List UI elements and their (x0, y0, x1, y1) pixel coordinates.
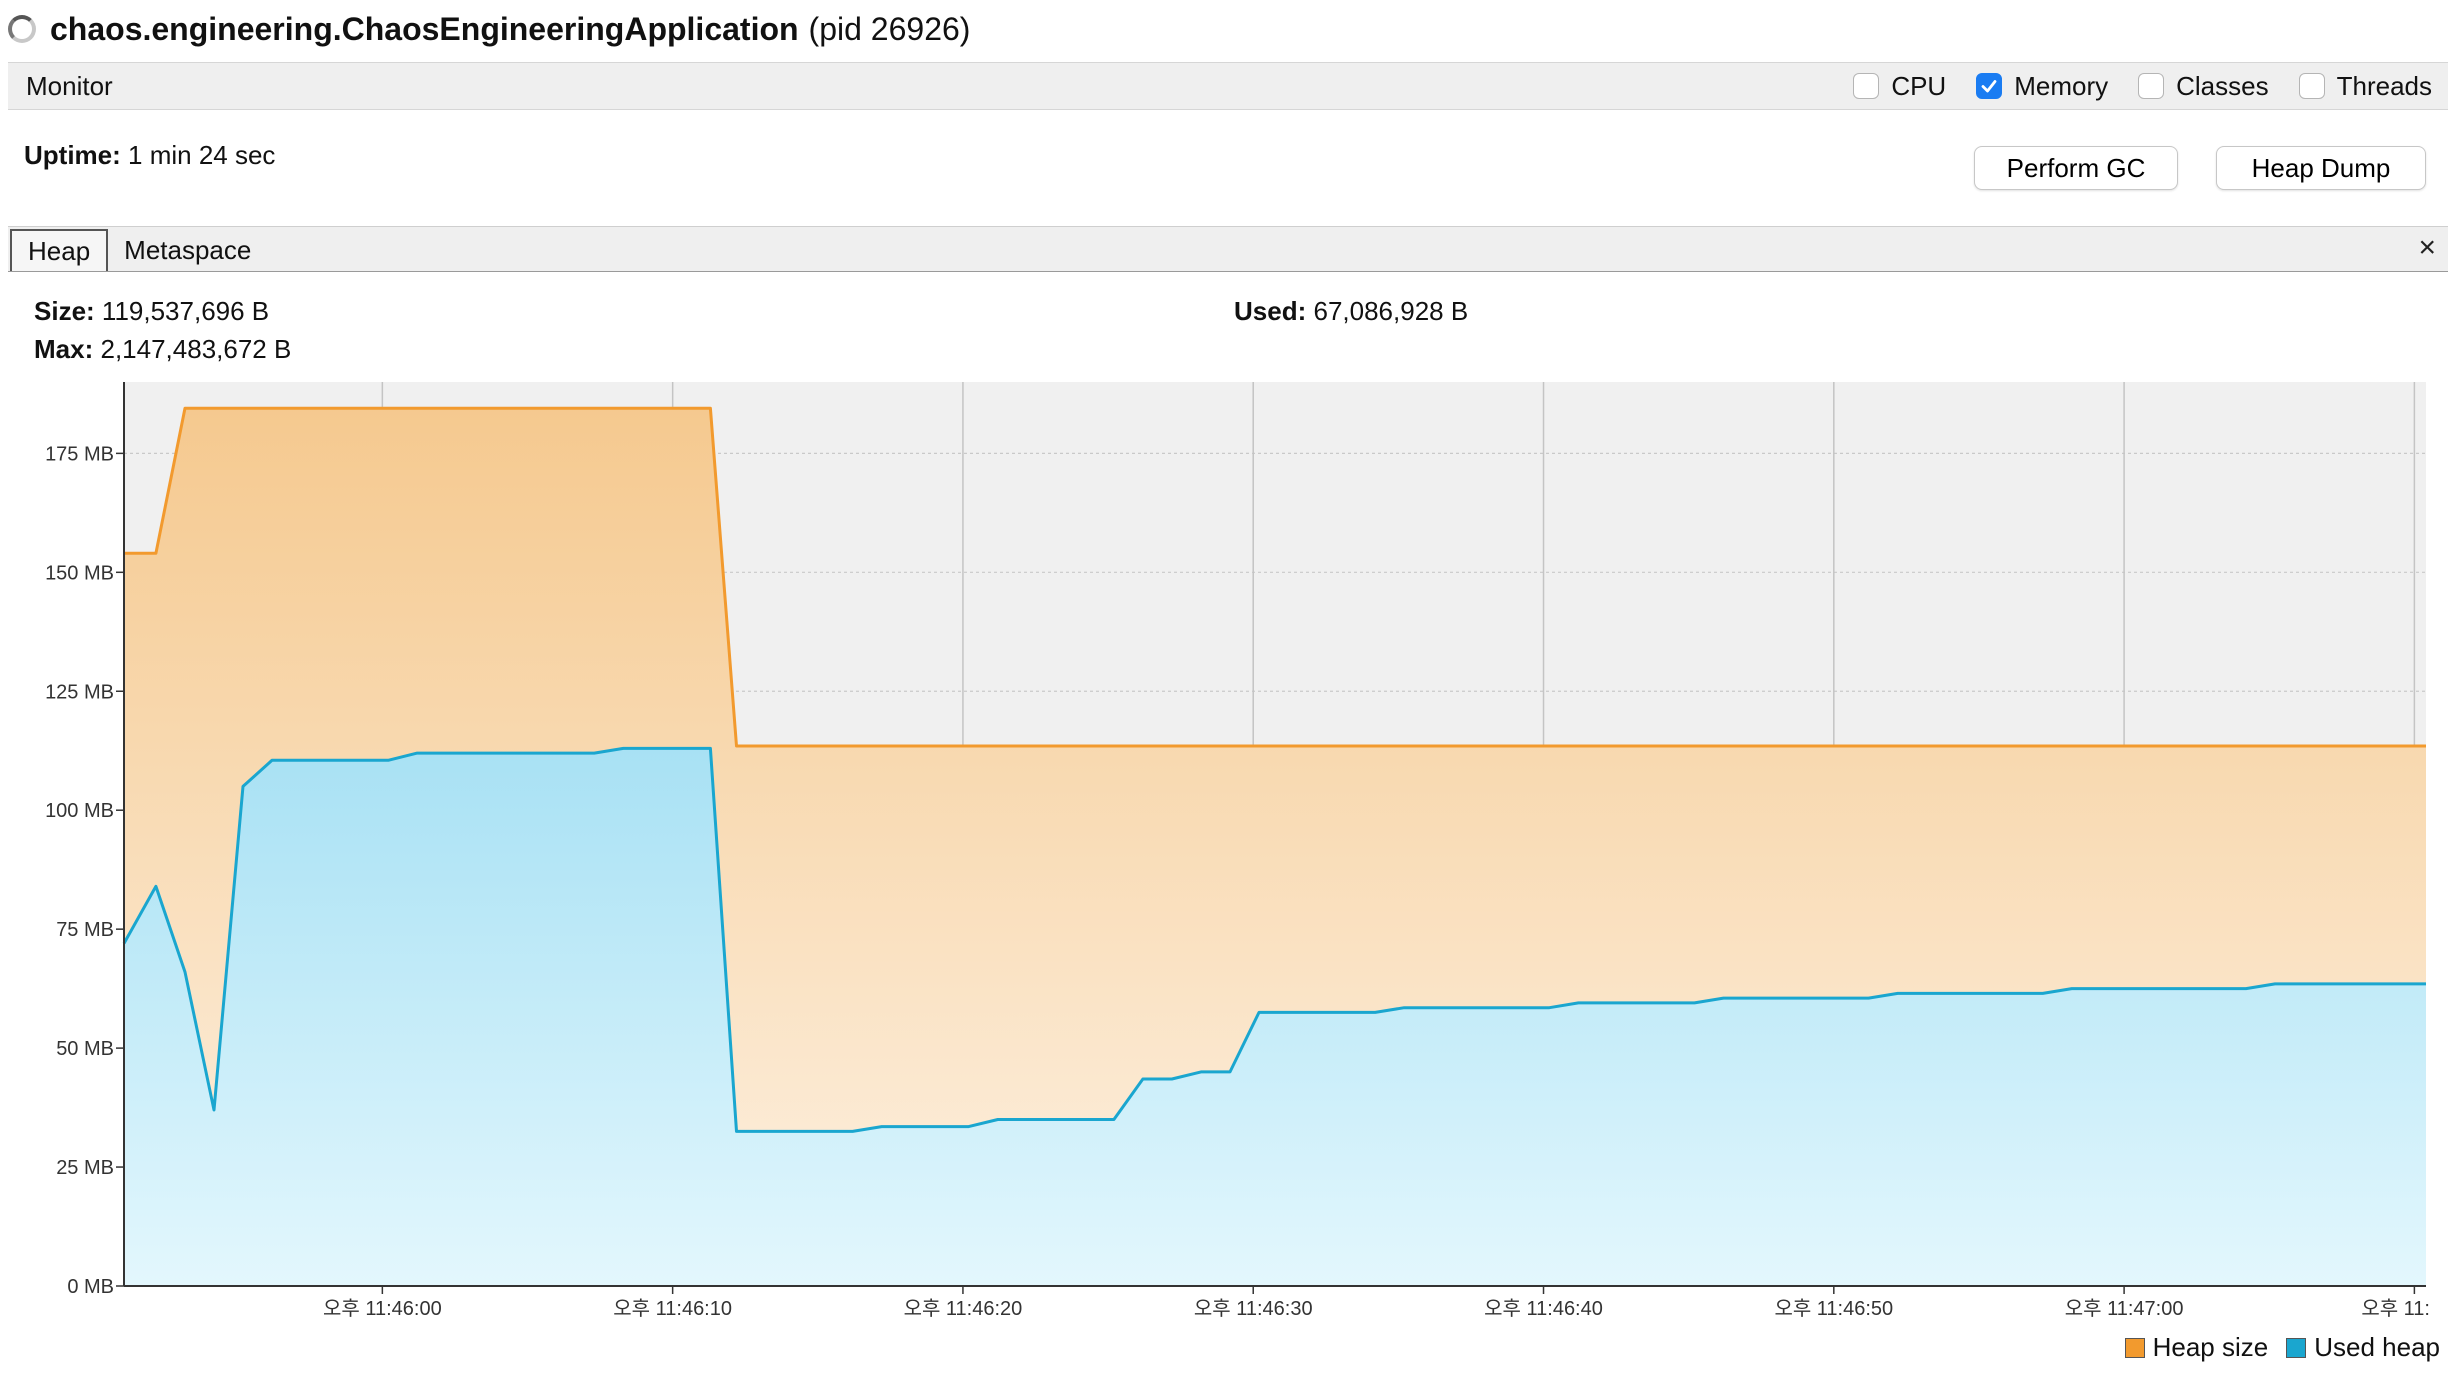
heap-max-stat: Max: 2,147,483,672 B (34, 334, 291, 365)
heap-size-label: Size: (34, 296, 95, 326)
cpu-checkbox-label: CPU (1891, 70, 1947, 101)
y-tick-label: 25 MB (56, 1157, 114, 1179)
checkbox-icon[interactable] (1853, 73, 1880, 99)
x-tick-label: 오후 11:47:00 (2065, 1297, 2184, 1320)
monitor-title: Monitor (26, 70, 113, 101)
heap-used-label: Used: (1234, 296, 1307, 326)
legend-used-heap: Used heap (2286, 1332, 2440, 1363)
heap-dump-button[interactable]: Heap Dump (2216, 146, 2426, 190)
pid-label: (pid 26926) (808, 10, 971, 47)
monitor-checkboxes: CPU Memory Classes Threads (1853, 71, 2432, 102)
x-tick-label: 오후 11: (2361, 1297, 2430, 1320)
window-title-bar: chaos.engineering.ChaosEngineeringApplic… (0, 0, 2454, 58)
checkbox-checked-icon[interactable] (1976, 73, 2003, 99)
y-tick-label: 50 MB (56, 1038, 114, 1060)
x-tick-label: 오후 11:46:10 (613, 1297, 732, 1320)
x-tick-label: 오후 11:46:50 (1774, 1297, 1893, 1320)
heap-chart: 0 MB 25 MB 50 MB 75 MB 100 MB 125 MB 150 MB 175… (45, 382, 2430, 1320)
heap-size-stat: Size: 119,537,696 B (34, 296, 269, 327)
memory-checkbox[interactable]: Memory (1976, 71, 2108, 102)
monitor-header: Monitor CPU Memory Classes Threads (8, 62, 2448, 110)
legend-heap-size: Heap size (2124, 1332, 2269, 1363)
cpu-checkbox[interactable]: CPU (1853, 71, 1946, 102)
uptime-label: Uptime: (24, 140, 121, 170)
close-icon[interactable]: × (2418, 231, 2436, 265)
tab-heap[interactable]: Heap (10, 229, 109, 271)
heap-used-value: 67,086,928 B (1313, 296, 1469, 326)
y-tick-label: 0 MB (67, 1276, 114, 1298)
y-tick-label: 175 MB (45, 443, 114, 465)
uptime-value: 1 min 24 sec (128, 140, 276, 170)
x-tick-label: 오후 11:46:30 (1194, 1297, 1313, 1320)
legend-used-heap-swatch (2286, 1337, 2307, 1358)
perform-gc-button[interactable]: Perform GC (1974, 146, 2178, 190)
y-tick-label: 150 MB (45, 562, 114, 584)
tab-metaspace[interactable]: Metaspace (108, 229, 267, 271)
legend-heap-size-swatch (2124, 1337, 2145, 1358)
y-tick-label: 100 MB (45, 800, 114, 822)
threads-checkbox-label: Threads (2336, 70, 2432, 101)
x-tick-label: 오후 11:46:00 (323, 1297, 442, 1320)
heap-used-stat: Used: 67,086,928 B (1234, 296, 1468, 327)
y-tick-label: 125 MB (45, 681, 114, 703)
heap-max-label: Max: (34, 334, 94, 364)
threads-checkbox[interactable]: Threads (2298, 70, 2432, 102)
legend-heap-size-label: Heap size (2152, 1332, 2269, 1362)
uptime-info: Uptime: 1 min 24 sec (24, 140, 275, 171)
classes-checkbox-label: Classes (2176, 70, 2269, 101)
heap-size-value: 119,537,696 B (101, 296, 270, 326)
y-tick-label: 75 MB (56, 919, 114, 941)
memory-tabs: Heap Metaspace × (8, 226, 2448, 272)
x-tick-label: 오후 11:46:20 (904, 1297, 1023, 1320)
app-name: chaos.engineering.ChaosEngineeringApplic… (50, 10, 799, 47)
checkbox-icon[interactable] (2138, 73, 2165, 99)
loading-spinner-icon (8, 15, 36, 43)
legend-used-heap-label: Used heap (2314, 1332, 2440, 1362)
chart-legend: Heap size Used heap (2124, 1332, 2440, 1363)
checkbox-icon[interactable] (2298, 73, 2325, 99)
memory-checkbox-label: Memory (2014, 70, 2109, 101)
heap-max-value: 2,147,483,672 B (100, 334, 292, 364)
x-tick-label: 오후 11:46:40 (1484, 1297, 1603, 1320)
classes-checkbox[interactable]: Classes (2138, 70, 2269, 102)
